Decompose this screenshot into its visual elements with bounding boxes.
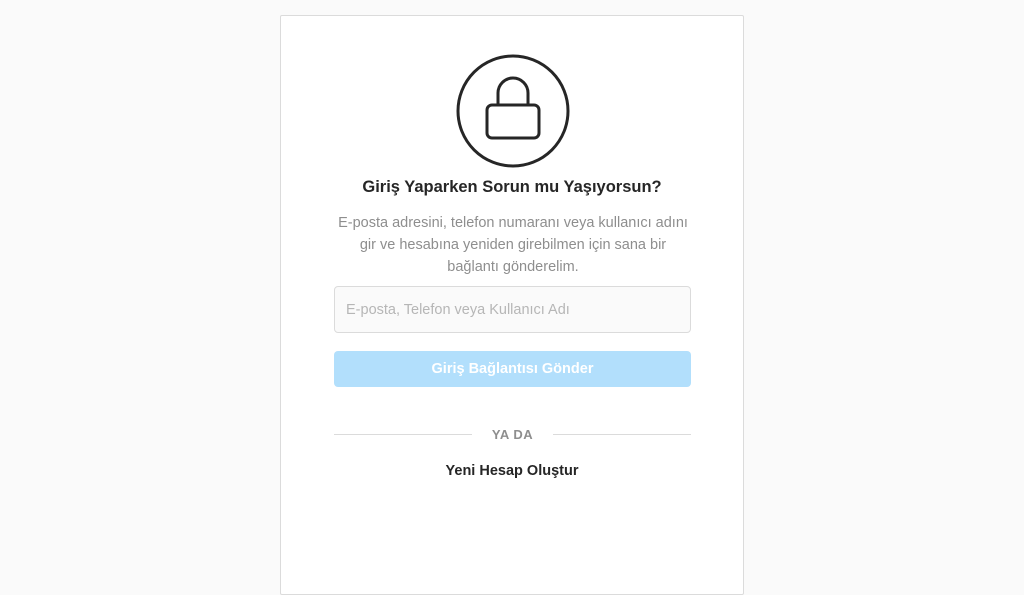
page-title: Giriş Yaparken Sorun mu Yaşıyorsun? [362,178,662,196]
lock-icon [455,53,571,169]
send-login-link-button[interactable]: Giriş Bağlantısı Gönder [334,351,691,387]
page-description: E-posta adresini, telefon numaranı veya … [338,215,688,275]
create-account-link[interactable]: Yeni Hesap Oluştur [281,463,743,479]
divider-label: YA DA [491,426,534,442]
password-reset-card: Giriş Yaparken Sorun mu Yaşıyorsun? E-po… [280,15,744,595]
divider-line-right [553,433,691,435]
identifier-input[interactable] [334,286,691,333]
divider-line-left [334,433,472,435]
or-divider: YA DA [334,424,691,444]
